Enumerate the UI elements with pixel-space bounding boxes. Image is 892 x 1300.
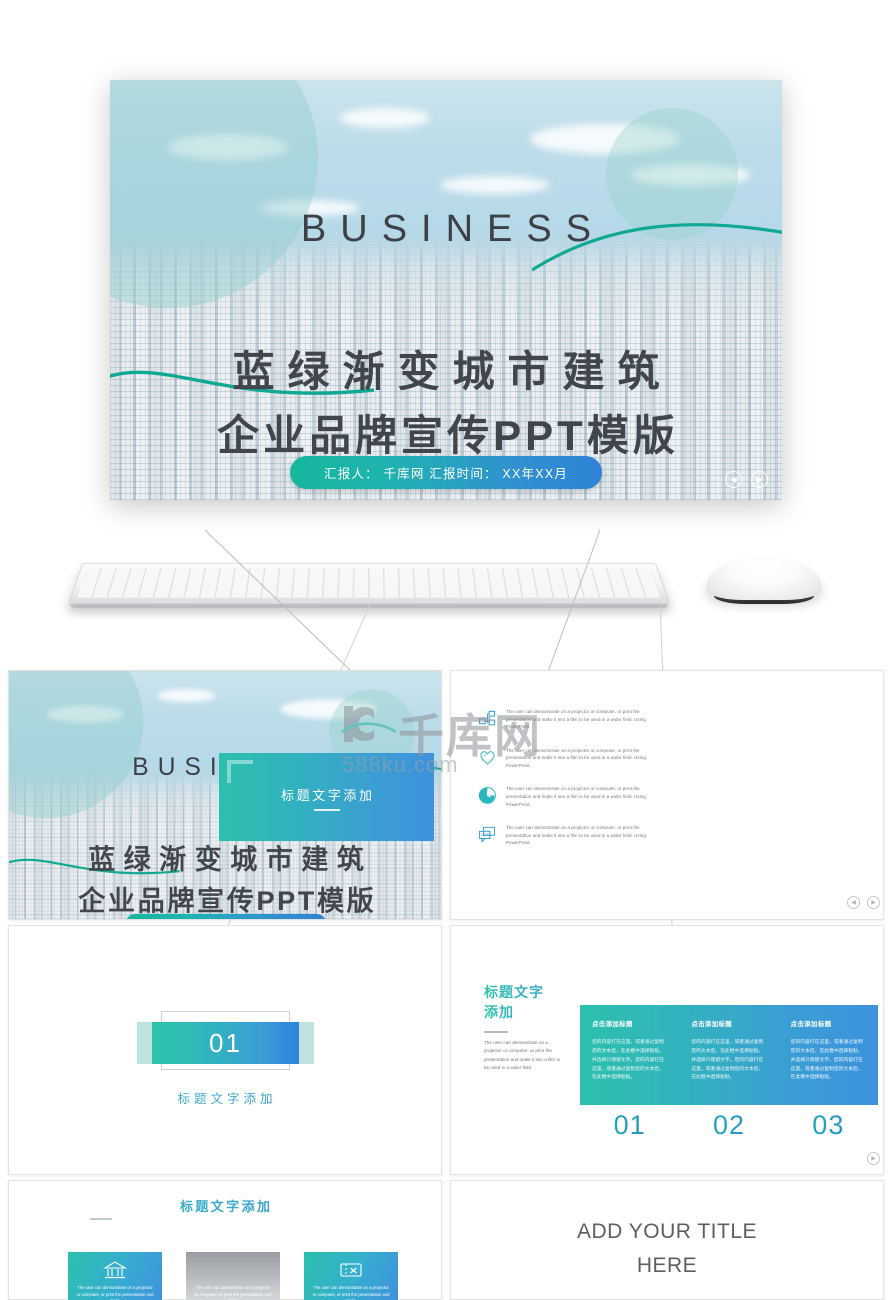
cloud-shape <box>340 108 430 128</box>
next-slide-icon[interactable]: ▶ <box>867 1152 880 1165</box>
card-text: The user can demonstrate on a projector … <box>76 1285 154 1300</box>
section-subtitle: 标题文字添加 <box>8 1088 442 1107</box>
next-slide-icon[interactable]: ▶ <box>751 471 768 488</box>
list-item[interactable]: The user can demonstrate on a projector … <box>68 1252 162 1300</box>
slide6-title-line1: ADD YOUR TITLE <box>576 1220 758 1243</box>
list-item[interactable]: The user can demonstrate on a projector … <box>186 1252 280 1300</box>
card-text: The user can demonstrate on a projector … <box>194 1285 272 1300</box>
slide6-title: ADD YOUR TITLE HERE <box>450 1215 884 1282</box>
watermark: 千库网 588ku.com <box>340 700 570 792</box>
column-body: 您的内容打在这里，或者通过复制您的文本后，在此框中选择粘贴，并选择只保留文字。您… <box>790 1040 863 1081</box>
list-item[interactable]: The user can demonstrate on a projector … <box>304 1252 398 1300</box>
column-body: 您的内容打在这里，或者通过复制您的文本后，在此框中选择粘贴，并选择只保留文字。您… <box>691 1040 764 1081</box>
slide4-column: 点击添加标题 您的内容打在这里，或者通过复制您的文本后，在此框中选择粘贴，并选择… <box>679 1005 778 1105</box>
hero-title-line2: 企业品牌宣传PPT模版 <box>78 885 377 916</box>
hero-title-line1: 蓝绿渐变城市建筑 <box>88 844 373 875</box>
slide4-title-rule <box>484 1031 508 1033</box>
cloud-shape <box>157 689 216 702</box>
list-item: NEWS The user can demonstrate on a proje… <box>478 824 660 847</box>
corner-bracket-icon <box>227 760 253 783</box>
bank-icon <box>103 1261 127 1279</box>
prev-slide-icon[interactable]: ◀ <box>725 471 742 488</box>
slide5-title-rule <box>90 1218 112 1220</box>
svg-text:NEWS: NEWS <box>481 833 492 837</box>
mouse-body <box>706 560 822 600</box>
cloud-shape <box>440 176 550 194</box>
slide4-number: 02 <box>679 1110 778 1141</box>
hero-title-line2: 企业品牌宣传PPT模版 <box>217 412 679 459</box>
slide5-card-row: The user can demonstrate on a projector … <box>68 1252 398 1300</box>
keyboard-keys <box>77 567 661 598</box>
card-text: The user can demonstrate on a projector … <box>312 1285 390 1300</box>
prev-slide-icon[interactable]: ◀ <box>847 896 860 909</box>
slide6-title-line2: HERE <box>636 1253 698 1277</box>
column-heading: 点击添加标题 <box>592 1021 633 1028</box>
column-body: 您的内容打在这里，或者通过复制您的文本后，在此框中选择粘贴，并选择只保留文字。您… <box>592 1040 664 1081</box>
hero-nav-controls[interactable]: ◀ ▶ <box>725 471 768 488</box>
list-item-text: The user can demonstrate on a projector … <box>506 825 646 846</box>
hero-presenter-badge: 汇报人： 千库网 汇报时间： XX年XX月 <box>290 456 602 489</box>
slide4-number: 01 <box>580 1110 679 1141</box>
watermark-url: 588ku.com <box>342 752 459 777</box>
mouse <box>700 556 828 618</box>
slide4-description: The user can demonstrate on a projector … <box>484 1040 561 1071</box>
slide4-column: 点击添加标题 您的内容打在这里，或者通过复制您的文本后，在此框中选择粘贴，并选择… <box>779 1005 878 1105</box>
hero-presenter-badge: 汇报人： 千库网 汇报时间： XX年XX月 <box>125 913 327 919</box>
slide4-number: 03 <box>779 1110 878 1141</box>
ppt-preview-page: BUSINESS 蓝绿渐变城市建筑 企业品牌宣传PPT模版 汇报人： 千库网 汇… <box>0 0 892 1300</box>
slide4-number-row: 01 02 03 <box>580 1110 878 1141</box>
hero-english-title: BUSINESS <box>300 208 606 250</box>
hero-slide[interactable]: BUSINESS 蓝绿渐变城市建筑 企业品牌宣传PPT模版 汇报人： 千库网 汇… <box>110 80 782 500</box>
news-bubble-icon: NEWS <box>479 827 496 844</box>
brand-logo-icon <box>341 706 396 742</box>
keyboard <box>68 556 670 618</box>
slide5-title: 标题文字添加 <box>8 1196 442 1215</box>
title-underline <box>313 809 340 811</box>
ticket-icon <box>340 1263 362 1277</box>
keyboard-body <box>68 562 670 604</box>
column-heading: 点击添加标题 <box>691 1021 733 1028</box>
hero-title-line1: 蓝绿渐变城市建筑 <box>232 348 673 395</box>
next-slide-icon[interactable]: ▶ <box>867 896 880 909</box>
section-number: 01 <box>209 1027 242 1058</box>
slide4-columns-box: 点击添加标题 您的内容打在这里，或者通过复制您的文本后，在此框中选择粘贴，并选择… <box>580 1005 878 1105</box>
column-heading: 点击添加标题 <box>790 1021 832 1028</box>
slide4-column: 点击添加标题 您的内容打在这里，或者通过复制您的文本后，在此框中选择粘贴，并选择… <box>580 1005 679 1105</box>
